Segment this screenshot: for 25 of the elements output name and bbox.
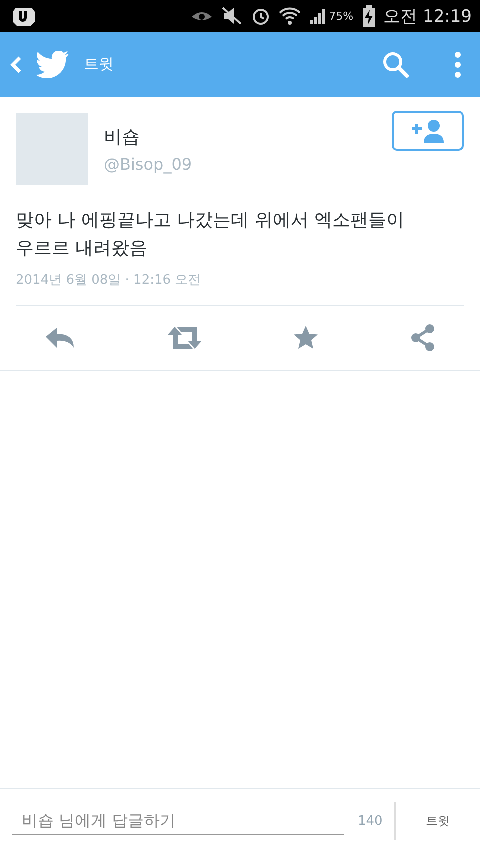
battery-charging-icon — [362, 5, 376, 27]
character-counter: 140 — [358, 814, 384, 828]
screen-title: 트윗 — [84, 55, 114, 74]
alarm-icon — [251, 6, 272, 26]
carrier-logo-icon — [12, 5, 36, 27]
back-icon[interactable] — [10, 56, 22, 74]
reply-field[interactable]: 비숍 님에게 답글하기 — [12, 807, 344, 835]
tweet-timestamp: 2014년 6월 08일 · 12:16 오전 — [16, 271, 464, 306]
tweet-text: 맞아 나 에핑끝나고 나갔는데 위에서 엑소팬들이 우르르 내려왔음 — [16, 209, 406, 261]
wifi-icon — [279, 6, 302, 26]
add-user-icon — [410, 119, 446, 143]
battery-percent: 75% — [329, 10, 354, 22]
more-menu-icon[interactable] — [454, 50, 462, 78]
reply-icon[interactable] — [44, 326, 76, 350]
share-icon[interactable] — [410, 324, 436, 352]
bird-icon — [36, 50, 70, 78]
search-icon[interactable] — [382, 50, 410, 78]
retweet-icon[interactable] — [166, 326, 203, 350]
user-handle: @Bisop_09 — [104, 155, 192, 174]
signal-icon — [309, 7, 328, 25]
mute-icon — [221, 7, 244, 25]
user-name: 비숍 — [104, 126, 141, 149]
clock: 오전 12:19 — [384, 6, 472, 28]
follow-button[interactable] — [392, 111, 464, 151]
star-icon[interactable] — [293, 325, 320, 351]
